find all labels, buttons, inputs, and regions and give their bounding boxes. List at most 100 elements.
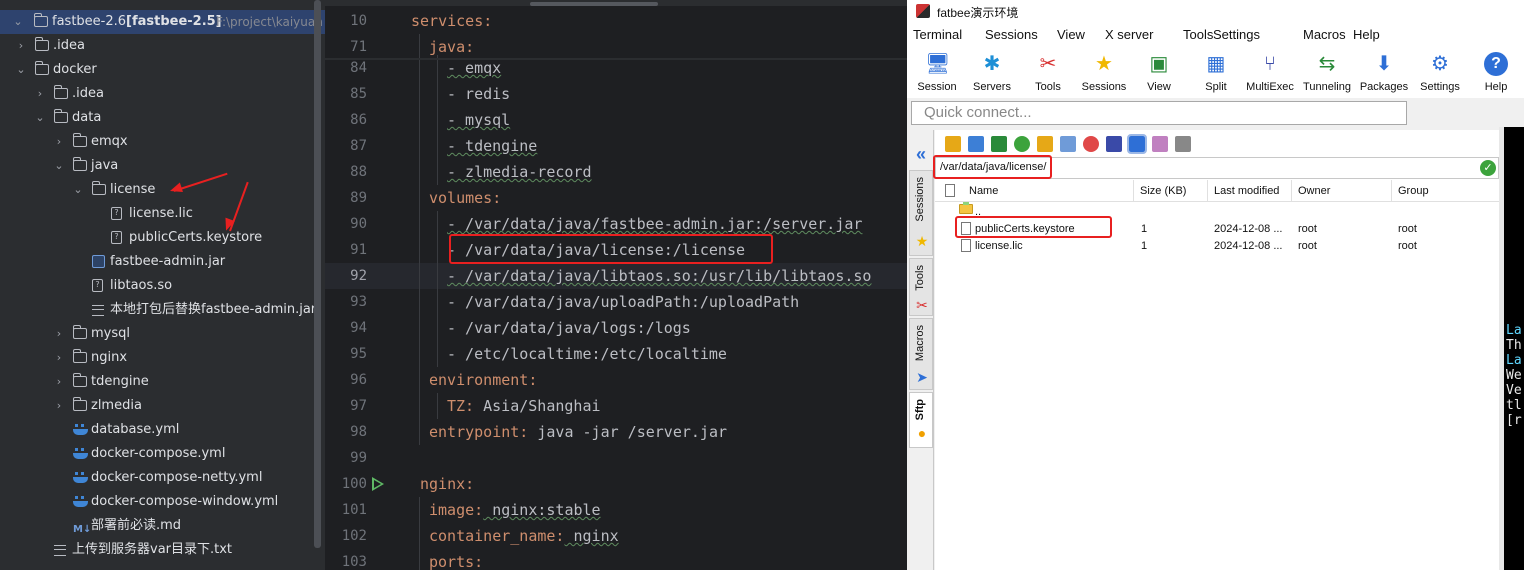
chevron-down-icon[interactable]: ⌄ (72, 178, 84, 202)
collapse-panel-icon[interactable]: « (911, 144, 931, 165)
column-header[interactable]: Size (KB) (1140, 185, 1186, 197)
tree-item[interactable]: ⌄ docker (0, 58, 325, 82)
toolbar-button[interactable]: ★ Sessions (1074, 50, 1134, 96)
tree-item[interactable]: ⌄ data (0, 106, 325, 130)
toolbar-button[interactable]: ⚙ Settings (1410, 50, 1470, 96)
column-divider[interactable] (1133, 180, 1134, 202)
tree-item[interactable]: 本地打包后替换fastbee-admin.jar (0, 298, 325, 322)
chevron-down-icon[interactable]: ⌄ (34, 106, 46, 130)
tree-scrollbar[interactable] (314, 0, 321, 548)
tree-item[interactable]: M↓ 部署前必读.md (0, 514, 325, 538)
code-line[interactable]: 103 ports: (325, 549, 907, 570)
tree-item[interactable]: › nginx (0, 346, 325, 370)
code-line[interactable]: 99 (325, 445, 907, 471)
permissions-icon[interactable] (1152, 136, 1168, 152)
menu-item[interactable]: Macros (1303, 27, 1346, 42)
tree-item[interactable]: docker-compose.yml (0, 442, 325, 466)
code-line[interactable]: 97 TZ: Asia/Shanghai (325, 393, 907, 419)
column-header[interactable]: Last modified (1214, 185, 1279, 197)
menu-item[interactable]: Tools (1183, 27, 1213, 42)
chevron-right-icon[interactable]: › (53, 130, 65, 154)
menu-item[interactable]: Help (1353, 27, 1380, 42)
column-divider[interactable] (1291, 180, 1292, 202)
toolbar-button[interactable]: ⑂ MultiExec (1240, 50, 1300, 96)
tree-root-row[interactable]: ⌄ fastbee-2.6 [fastbee-2.5] F:\project\k… (0, 10, 325, 34)
menu-item[interactable]: View (1057, 27, 1085, 42)
text-editor-icon[interactable] (1127, 134, 1147, 154)
tree-item[interactable]: fastbee-admin.jar (0, 250, 325, 274)
tree-item[interactable]: ⌄ java (0, 154, 325, 178)
refresh-icon[interactable] (1014, 136, 1030, 152)
code-line[interactable]: 86 - mysql (325, 107, 907, 133)
toolbar-button[interactable]: ✂ Tools (1018, 50, 1078, 96)
menu-item[interactable]: X server (1105, 27, 1153, 42)
path-ok-icon[interactable]: ✓ (1480, 160, 1496, 176)
chevron-right-icon[interactable]: › (15, 34, 27, 58)
tree-item[interactable]: docker-compose-netty.yml (0, 466, 325, 490)
terminal-pane[interactable]: La Th La We Ve tl [r (1504, 127, 1524, 570)
chevron-right-icon[interactable]: › (34, 82, 46, 106)
toolbar-button[interactable]: ? Help (1466, 50, 1524, 96)
new-file-icon[interactable] (1060, 136, 1076, 152)
chevron-down-icon[interactable]: ⌄ (12, 10, 24, 34)
tab-tools[interactable]: Tools ✂ (909, 258, 933, 316)
code-line[interactable]: 93 - /var/data/java/uploadPath:/uploadPat… (325, 289, 907, 315)
download-icon[interactable] (968, 136, 984, 152)
toolbar-button[interactable]: ⬇ Packages (1354, 50, 1414, 96)
column-header[interactable]: Group (1398, 185, 1429, 197)
tree-item[interactable]: › zlmedia (0, 394, 325, 418)
code-line[interactable]: 85 - redis (325, 81, 907, 107)
toolbar-button[interactable]: ▣ View (1129, 50, 1189, 96)
upload-icon[interactable] (991, 136, 1007, 152)
code-editor[interactable]: 10 services: 71 java: 84- emqx 85- redis 86- m… (325, 0, 907, 570)
column-header[interactable]: Owner (1298, 185, 1330, 197)
menu-item[interactable]: Settings (1213, 27, 1260, 42)
code-line[interactable]: 89 volumes: (325, 185, 907, 211)
folder-up-icon[interactable] (945, 136, 961, 152)
column-header[interactable]: Name (969, 185, 998, 197)
code-line[interactable]: 102 container_name: nginx (325, 523, 907, 549)
tree-item[interactable]: › mysql (0, 322, 325, 346)
tree-item[interactable]: ? libtaos.so (0, 274, 325, 298)
tree-item[interactable]: › emqx (0, 130, 325, 154)
tree-item[interactable]: › tdengine (0, 370, 325, 394)
tree-item[interactable]: docker-compose-window.yml (0, 490, 325, 514)
tree-item[interactable]: › .idea (0, 82, 325, 106)
code-line[interactable]: 96 environment: (325, 367, 907, 393)
delete-icon[interactable] (1083, 136, 1099, 152)
code-line[interactable]: 92 - /var/data/java/libtaos.so:/usr/lib/l… (325, 263, 907, 289)
chevron-right-icon[interactable]: › (53, 322, 65, 346)
chevron-right-icon[interactable]: › (53, 370, 65, 394)
code-line[interactable]: 94 - /var/data/java/logs:/logs (325, 315, 907, 341)
code-line[interactable]: 10 services: (325, 8, 907, 34)
toolbar-button[interactable]: 🖥 Session (907, 50, 967, 96)
toolbar-button[interactable]: ⇆ Tunneling (1297, 50, 1357, 96)
chevron-right-icon[interactable]: › (53, 346, 65, 370)
menu-item[interactable]: Sessions (985, 27, 1038, 42)
code-line[interactable]: 98 entrypoint: java -jar /server.jar (325, 419, 907, 445)
chevron-down-icon[interactable]: ⌄ (15, 58, 27, 82)
tab-sftp[interactable]: Sftp ● (909, 392, 933, 448)
column-divider[interactable] (1207, 180, 1208, 202)
code-line[interactable]: 88 - zlmedia-record (325, 159, 907, 185)
tab-sessions[interactable]: Sessions ★ (909, 170, 933, 256)
tree-item[interactable]: › .idea (0, 34, 325, 58)
code-line[interactable]: 101 image: nginx:stable (325, 497, 907, 523)
tree-item[interactable]: ⌄ license (0, 178, 325, 202)
new-folder-icon[interactable] (1037, 136, 1053, 152)
file-row[interactable]: license.lic 1 2024-12-08 ... root root (935, 238, 1499, 255)
code-line[interactable]: 95 - /etc/localtime:/etc/localtime (325, 341, 907, 367)
column-divider[interactable] (1391, 180, 1392, 202)
chevron-right-icon[interactable]: › (53, 394, 65, 418)
code-line[interactable]: 100 nginx: (325, 471, 907, 497)
rename-icon[interactable] (1106, 136, 1122, 152)
terminal-icon[interactable] (1175, 136, 1191, 152)
tree-item[interactable]: 上传到服务器var目录下.txt (0, 538, 325, 562)
code-line[interactable]: 87 - tdengine (325, 133, 907, 159)
tree-item[interactable]: database.yml (0, 418, 325, 442)
tree-item[interactable]: ? license.lic (0, 202, 325, 226)
toolbar-button[interactable]: ▦ Split (1186, 50, 1246, 96)
quick-connect-input[interactable]: Quick connect... (911, 101, 1407, 125)
tab-macros[interactable]: Macros ➤ (909, 318, 933, 390)
toolbar-button[interactable]: ✱ Servers (962, 50, 1022, 96)
